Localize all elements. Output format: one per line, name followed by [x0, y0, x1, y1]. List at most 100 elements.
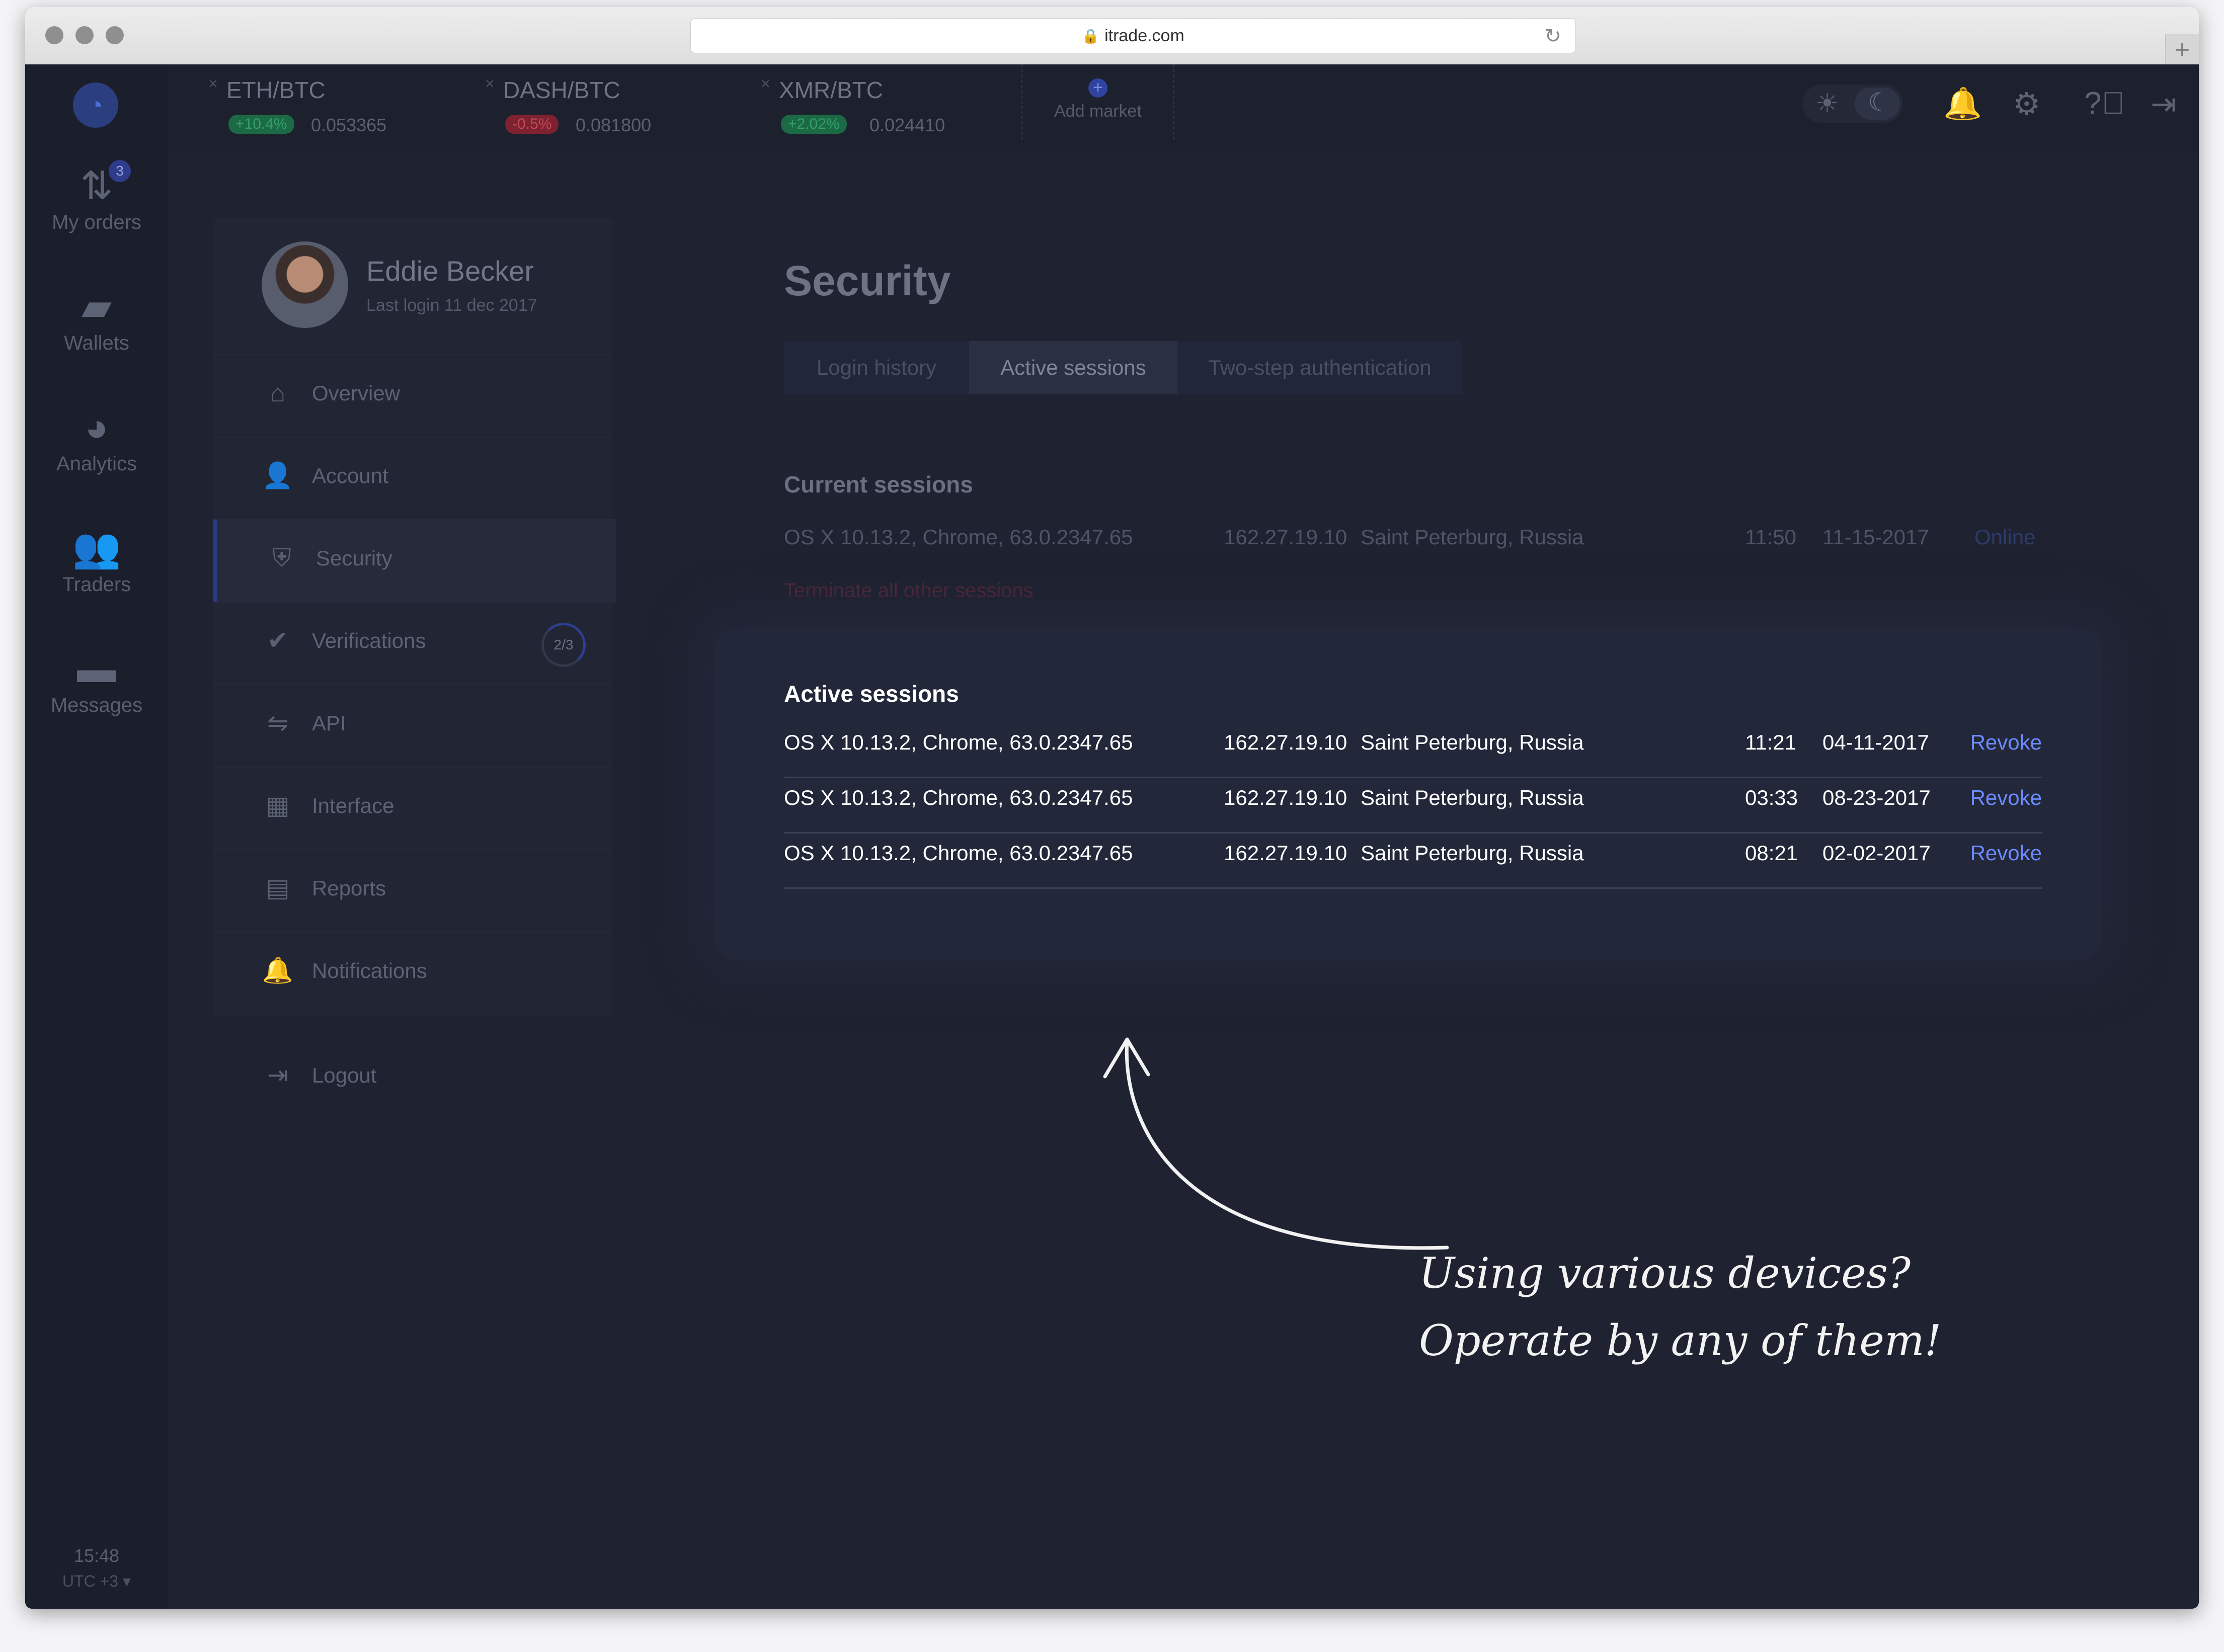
- exit-icon[interactable]: ⇥: [2151, 86, 2177, 122]
- tab-login-history[interactable]: Login history: [784, 341, 969, 394]
- menu-item-interface[interactable]: ▦ Interface: [213, 767, 612, 850]
- session-ip: 162.27.19.10: [1224, 730, 1347, 754]
- logo-icon[interactable]: ◔: [73, 82, 118, 128]
- rail-label-wallets: Wallets: [64, 332, 129, 354]
- logout-icon: ⇥: [267, 1061, 288, 1089]
- rail-label-messages: Messages: [50, 694, 143, 716]
- menu-label: Notifications: [312, 959, 427, 982]
- menu-label: Reports: [312, 876, 386, 900]
- menu-item-account[interactable]: 👤 Account: [213, 437, 612, 520]
- reload-icon[interactable]: ↻: [1544, 25, 1561, 48]
- browser-window: 🔒 itrade.com ↻ + ◔ ⇅ My orders 3 ▰ Walle…: [25, 7, 2199, 1609]
- market-tab-xmr-btc[interactable]: × XMR/BTC +2.02% 0.024410: [761, 74, 1030, 145]
- timezone-select[interactable]: UTC +3 ▾: [25, 1572, 168, 1591]
- revoke-button[interactable]: Revoke: [1970, 730, 2042, 755]
- last-login: Last login 11 dec 2017: [366, 296, 537, 315]
- tab-active-sessions[interactable]: Active sessions: [969, 341, 1177, 394]
- market-change: +10.4%: [228, 115, 294, 134]
- menu-label: API: [312, 711, 346, 735]
- bell-icon: 🔔: [262, 956, 294, 984]
- menu-item-verifications[interactable]: ✔ Verifications 2/3: [213, 602, 612, 685]
- clock: 15:48: [73, 1545, 120, 1566]
- address-bar[interactable]: 🔒 itrade.com ↻: [690, 18, 1576, 53]
- menu-item-overview[interactable]: ⌂ Overview: [213, 354, 612, 438]
- shield-icon: ⛨: [272, 544, 291, 572]
- lock-icon: 🔒: [1082, 28, 1100, 44]
- market-tab-eth-btc[interactable]: × ETH/BTC +10.4% 0.053365: [208, 74, 478, 145]
- moon-icon: ☾: [1868, 88, 1890, 116]
- session-time: 08:21: [1745, 841, 1798, 865]
- annotation-arrow: [1103, 1037, 1449, 1250]
- session-time: 11:50: [1745, 525, 1796, 549]
- plus-icon: +: [1088, 78, 1107, 98]
- logout-button[interactable]: ⇥ Logout: [213, 1040, 612, 1111]
- close-icon[interactable]: ×: [761, 74, 770, 93]
- market-price: 0.024410: [869, 115, 945, 135]
- rail-item-messages[interactable]: ▬ Messages: [25, 636, 168, 736]
- rail-item-analytics[interactable]: ◕ Analytics: [25, 394, 168, 495]
- chat-icon: ▬: [77, 646, 116, 691]
- revoke-button[interactable]: Revoke: [1970, 841, 2042, 865]
- market-price: 0.053365: [311, 115, 387, 135]
- rail-label-analytics: Analytics: [56, 453, 137, 475]
- home-icon: ⌂: [270, 379, 286, 407]
- close-window-button[interactable]: [45, 26, 63, 44]
- session-ip: 162.27.19.10: [1224, 525, 1347, 549]
- rail-item-wallets[interactable]: ▰ Wallets: [25, 274, 168, 374]
- person-icon: 👤: [262, 461, 294, 489]
- active-sessions-title: Active sessions: [784, 681, 959, 707]
- rail-item-my-orders[interactable]: ⇅ My orders 3: [25, 153, 168, 254]
- add-market-label: Add market: [1054, 102, 1142, 121]
- bell-icon[interactable]: 🔔: [1943, 86, 1982, 122]
- rail-item-traders[interactable]: 👥 Traders: [25, 515, 168, 616]
- annotation-line-1: Using various devices?: [1419, 1249, 1911, 1298]
- session-location: Saint Peterburg, Russia: [1361, 525, 1584, 549]
- annotation-text: Using various devices? Operate by any of…: [1419, 1240, 1941, 1374]
- menu-item-api[interactable]: ⇋ API: [213, 684, 612, 768]
- add-market-button[interactable]: + Add market: [1021, 64, 1174, 140]
- dark-mode-option[interactable]: ☾: [1855, 88, 1900, 120]
- help-icon[interactable]: ?⃝: [2084, 86, 2125, 121]
- close-icon[interactable]: ×: [485, 74, 495, 93]
- minimize-window-button[interactable]: [75, 26, 94, 44]
- menu-item-notifications[interactable]: 🔔 Notifications: [213, 932, 612, 1015]
- terminate-sessions-link[interactable]: Terminate all other sessions: [784, 580, 1034, 602]
- table-row: OS X 10.13.2, Chrome, 63.0.2347.65 162.2…: [784, 777, 2042, 834]
- menu-label: Account: [312, 464, 388, 487]
- market-tab-dash-btc[interactable]: × DASH/BTC -0.5% 0.081800: [485, 74, 755, 145]
- session-ip: 162.27.19.10: [1224, 786, 1347, 809]
- icon-rail: ◔ ⇅ My orders 3 ▰ Wallets ◕ Analytics 👥 …: [25, 64, 168, 1609]
- market-pair: ETH/BTC: [226, 77, 326, 103]
- session-ip: 162.27.19.10: [1224, 841, 1347, 865]
- table-row: OS X 10.13.2, Chrome, 63.0.2347.65 162.2…: [784, 721, 2042, 778]
- menu-label: Interface: [312, 794, 394, 817]
- menu-label: Security: [316, 546, 392, 570]
- close-icon[interactable]: ×: [208, 74, 218, 93]
- revoke-button[interactable]: Revoke: [1970, 786, 2042, 810]
- menu-item-reports[interactable]: ▤ Reports: [213, 849, 612, 933]
- session-date: 02-02-2017: [1822, 841, 1931, 865]
- menu-item-security[interactable]: ⛨ Security: [213, 519, 616, 603]
- market-pair: XMR/BTC: [779, 77, 883, 103]
- sun-icon[interactable]: ☀: [1815, 89, 1839, 119]
- page-title: Security: [784, 257, 951, 304]
- avatar: [262, 241, 348, 328]
- session-device: OS X 10.13.2, Chrome, 63.0.2347.65: [784, 730, 1133, 754]
- new-tab-button[interactable]: +: [2165, 34, 2199, 67]
- tab-two-step-authentication[interactable]: Two-step authentication: [1177, 341, 1462, 394]
- session-device: OS X 10.13.2, Chrome, 63.0.2347.65: [784, 841, 1133, 865]
- session-location: Saint Peterburg, Russia: [1361, 841, 1584, 865]
- rail-label-my-orders: My orders: [52, 211, 141, 233]
- gear-icon[interactable]: ⚙: [2013, 86, 2041, 122]
- market-price: 0.081800: [576, 115, 652, 135]
- market-change: -0.5%: [505, 115, 559, 134]
- app-root: ◔ ⇅ My orders 3 ▰ Wallets ◕ Analytics 👥 …: [25, 64, 2199, 1609]
- session-device: OS X 10.13.2, Chrome, 63.0.2347.65: [784, 525, 1133, 549]
- zoom-window-button[interactable]: [106, 26, 124, 44]
- rail-label-traders: Traders: [62, 573, 131, 596]
- orders-count-badge: 3: [109, 160, 131, 182]
- market-change: +2.02%: [781, 115, 847, 134]
- check-circle-icon: ✔: [267, 626, 288, 654]
- theme-toggle[interactable]: ☀ ☾: [1802, 85, 1903, 123]
- wallet-icon: ▰: [82, 284, 112, 328]
